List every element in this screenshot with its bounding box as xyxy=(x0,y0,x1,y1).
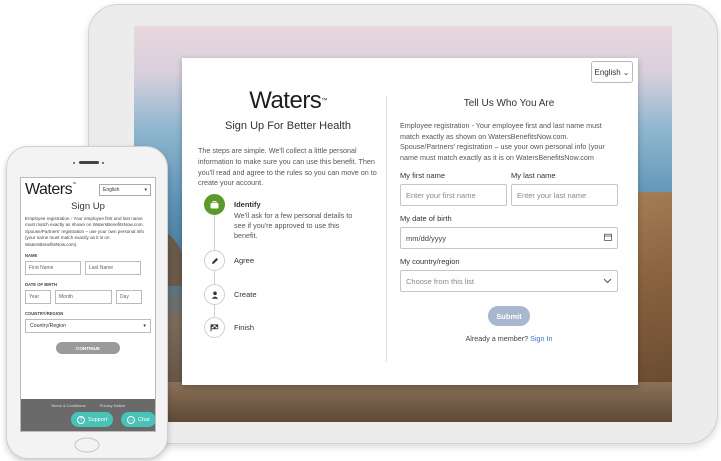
registration-form: Tell Us Who You Are Employee registratio… xyxy=(400,98,618,343)
submit-button[interactable]: Submit xyxy=(488,306,530,327)
chevron-down-icon: ▾ xyxy=(143,323,146,330)
form-description: Employee registration - Your employee fi… xyxy=(400,121,605,162)
chevron-down-icon: ▾ xyxy=(144,186,147,193)
dob-label: My date of birth xyxy=(400,214,452,224)
mobile-month-input[interactable]: Month xyxy=(55,290,112,305)
mobile-footer: Terms & Conditions Privacy Notice ? Supp… xyxy=(21,399,155,431)
step-label: Finish xyxy=(234,323,255,332)
waters-logo: Waters™ xyxy=(25,180,76,198)
form-title: Tell Us Who You Are xyxy=(463,98,555,109)
dob-section-label: DATE OF BIRTH xyxy=(25,282,58,288)
support-button[interactable]: ? Support xyxy=(71,412,114,427)
country-select[interactable]: Choose from this list xyxy=(400,270,618,293)
last-name-label: My last name xyxy=(511,171,556,181)
step-agree: Agree xyxy=(204,250,254,271)
dob-input[interactable]: mm/dd/yyyy xyxy=(400,227,618,250)
calendar-icon[interactable] xyxy=(604,233,612,243)
country-section-label: COUNTRY/REGION xyxy=(25,311,64,317)
mobile-page-title: Sign Up xyxy=(71,201,105,212)
mobile-last-name-input[interactable]: Last Name xyxy=(85,261,141,276)
pencil-icon xyxy=(204,250,225,271)
country-placeholder: Choose from this list xyxy=(406,276,474,286)
chat-bubble-icon: … xyxy=(127,415,135,424)
step-label: Identify xyxy=(234,200,261,209)
phone-device: Waters™ English ▾ Sign Up Employee regis… xyxy=(6,146,168,459)
mobile-first-name-input[interactable]: First Name xyxy=(25,261,81,276)
mobile-year-input[interactable]: Year xyxy=(25,290,51,305)
privacy-link[interactable]: Privacy Notice xyxy=(100,403,126,408)
step-identify: Identify We'll ask for a few personal de… xyxy=(204,194,360,241)
already-member-text: Already a member? Sign In xyxy=(400,334,618,343)
chevron-down-icon: ⌄ xyxy=(622,67,630,77)
first-name-input[interactable]: Enter your first name xyxy=(400,184,507,207)
mobile-language-selector[interactable]: English ▾ xyxy=(99,183,151,196)
background-rocks xyxy=(134,382,672,422)
step-description: We'll ask for a few personal details to … xyxy=(234,211,353,240)
sign-in-link[interactable]: Sign In xyxy=(530,334,552,343)
continue-button[interactable]: CONTINUE xyxy=(56,342,120,355)
terms-link[interactable]: Terms & Conditions xyxy=(51,403,86,408)
signup-card: English ⌄ Waters™ Sign Up For Better Hea… xyxy=(182,58,638,385)
dob-placeholder: mm/dd/yyyy xyxy=(406,233,447,243)
waters-logo: Waters™ xyxy=(249,87,327,114)
first-name-label: My first name xyxy=(400,171,446,181)
mobile-country-select[interactable]: Country/Region ▾ xyxy=(25,319,151,334)
phone-home-button xyxy=(74,437,100,453)
step-create: Create xyxy=(204,284,257,305)
intro-text: The steps are simple. We'll collect a li… xyxy=(198,146,377,188)
language-selector[interactable]: English ⌄ xyxy=(591,61,633,83)
member-prompt: Already a member? xyxy=(465,334,529,344)
finish-flag-icon xyxy=(204,317,225,338)
mobile-header: Waters™ English ▾ xyxy=(21,178,155,198)
chat-button[interactable]: … Chat xyxy=(121,412,155,427)
last-name-input[interactable]: Enter your last name xyxy=(511,184,618,207)
intro-column: Waters™ Sign Up For Better Health The st… xyxy=(198,88,378,189)
question-icon: ? xyxy=(77,415,85,424)
chevron-down-icon xyxy=(603,277,612,286)
country-select-value: Country/Region xyxy=(30,323,67,330)
mobile-day-input[interactable]: Day xyxy=(116,290,142,305)
language-selector-label: English xyxy=(103,186,120,193)
name-section-label: NAME xyxy=(25,253,38,259)
phone-screen: Waters™ English ▾ Sign Up Employee regis… xyxy=(20,177,156,432)
page-title: Sign Up For Better Health xyxy=(225,120,351,132)
marketing-mockup: English ⌄ Waters™ Sign Up For Better Hea… xyxy=(0,0,721,461)
country-label: My country/region xyxy=(400,257,460,267)
chat-label: Chat xyxy=(138,416,150,423)
briefcase-icon xyxy=(204,194,225,215)
mobile-description: Employee registration - Your employee fi… xyxy=(25,216,145,247)
step-label: Agree xyxy=(234,256,255,265)
step-label: Create xyxy=(234,290,257,299)
language-selector-label: English xyxy=(594,67,621,77)
step-finish: Finish xyxy=(204,317,254,338)
column-divider xyxy=(386,96,387,362)
support-label: Support xyxy=(88,416,108,423)
phone-speaker xyxy=(79,161,99,164)
user-icon xyxy=(204,284,225,305)
